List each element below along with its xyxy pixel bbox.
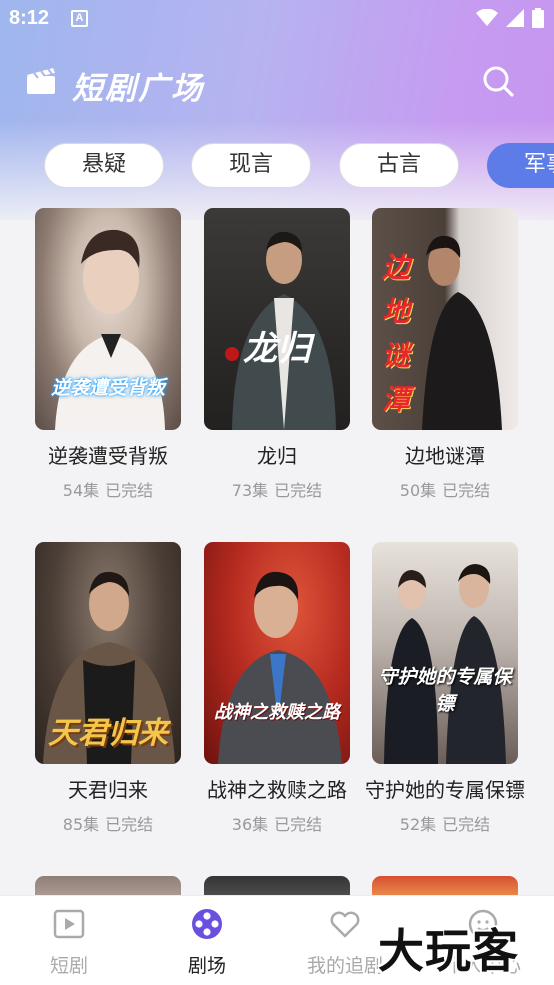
episode-count: 85集 <box>62 815 100 834</box>
episode-count: 54集 <box>62 481 100 500</box>
tab-short-drama[interactable]: 短剧 <box>0 896 138 985</box>
drama-status: 已完结 <box>274 815 323 834</box>
poster-figure <box>384 564 506 764</box>
tab-label: 短剧 <box>49 955 88 977</box>
drama-title: 守护她的专属保镖 <box>365 778 525 802</box>
wifi-icon <box>476 9 498 26</box>
theater-icon <box>192 909 222 939</box>
poster-text: 战神之救赎之路 <box>214 702 340 723</box>
poster-text: 龙归 <box>243 329 311 369</box>
drama-poster[interactable]: 守护她的专属保镖 <box>372 542 518 764</box>
status-bar: 8:12 A <box>0 0 554 38</box>
drama-title: 逆袭遭受背叛 <box>48 444 168 468</box>
drama-poster[interactable]: 龙归 <box>204 208 350 430</box>
drama-poster[interactable]: 天君归来 <box>35 542 181 764</box>
drama-title: 边地谜潭 <box>405 444 485 468</box>
status-icons <box>476 8 544 28</box>
page-title: 短剧广场 <box>72 71 204 107</box>
category-chip[interactable]: 悬疑 <box>44 143 164 188</box>
drama-meta: 73集 已完结 <box>197 477 357 501</box>
category-chip-active[interactable]: 军事 <box>487 143 554 188</box>
drama-card[interactable]: 守护她的专属保镖 守护她的专属保镖 52集 已完结 <box>365 542 525 835</box>
drama-status: 已完结 <box>442 481 491 500</box>
episode-count: 73集 <box>231 481 269 500</box>
drama-title: 战神之救赎之路 <box>207 778 347 802</box>
drama-poster[interactable]: 边地谜潭 <box>372 208 518 430</box>
drama-card[interactable]: 边地谜潭 边地谜潭 50集 已完结 <box>372 208 518 501</box>
drama-status: 已完结 <box>105 481 154 500</box>
drama-meta: 52集 已完结 <box>365 811 525 835</box>
poster-text: 天君归来 <box>48 716 168 751</box>
drama-status: 已完结 <box>442 815 491 834</box>
drama-card[interactable]: 逆袭遭受背叛 逆袭遭受背叛 54集 已完结 <box>35 208 181 501</box>
poster-text: 守护她的专属保镖 <box>378 666 512 715</box>
tab-label: 剧场 <box>187 955 226 977</box>
poster-text: 逆袭遭受背叛 <box>50 377 165 399</box>
drama-title: 天君归来 <box>68 778 148 802</box>
signal-icon <box>506 9 524 27</box>
notification-icon: A <box>71 10 88 27</box>
episode-count: 36集 <box>231 815 269 834</box>
episode-count: 50集 <box>399 481 437 500</box>
play-icon <box>53 909 85 939</box>
drama-title: 龙归 <box>257 444 297 468</box>
drama-meta: 85集 已完结 <box>28 811 188 835</box>
drama-card[interactable]: 战神之救赎之路 战神之救赎之路 36集 已完结 <box>204 542 350 835</box>
category-chips: 悬疑 现言 古言 军事 <box>0 143 554 189</box>
drama-card[interactable]: 天君归来 天君归来 85集 已完结 <box>35 542 181 835</box>
drama-card[interactable]: 龙归 龙归 73集 已完结 <box>204 208 350 501</box>
search-icon[interactable] <box>480 63 516 99</box>
heart-icon <box>330 911 360 938</box>
drama-meta: 50集 已完结 <box>365 477 525 501</box>
title-bar: 短剧广场 <box>0 55 554 111</box>
poster-figure <box>225 231 336 430</box>
episode-count: 52集 <box>399 815 437 834</box>
status-time: 8:12 <box>9 7 50 29</box>
drama-poster[interactable]: 逆袭遭受背叛 <box>35 208 181 430</box>
clapperboard-icon <box>27 68 55 94</box>
poster-text: 边地谜潭 <box>382 251 411 416</box>
poster-figure <box>218 571 342 764</box>
battery-icon <box>532 8 544 28</box>
category-chip[interactable]: 古言 <box>339 143 459 188</box>
drama-status: 已完结 <box>105 815 154 834</box>
watermark: 大玩客 <box>378 924 519 978</box>
drama-status: 已完结 <box>274 481 323 500</box>
tab-theater[interactable]: 剧场 <box>138 896 276 985</box>
drama-poster[interactable]: 战神之救赎之路 <box>204 542 350 764</box>
category-chip[interactable]: 现言 <box>191 143 311 188</box>
drama-meta: 36集 已完结 <box>197 811 357 835</box>
drama-meta: 54集 已完结 <box>28 477 188 501</box>
